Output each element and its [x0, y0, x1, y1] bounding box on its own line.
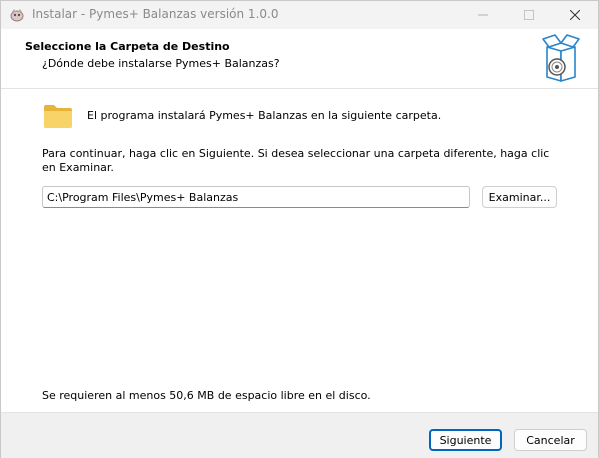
page-title: Seleccione la Carpeta de Destino — [25, 40, 230, 53]
folder-icon — [44, 105, 72, 128]
maximize-icon — [524, 10, 534, 20]
wizard-footer: Siguiente Cancelar — [1, 412, 598, 458]
cancel-button[interactable]: Cancelar — [514, 429, 587, 451]
instructions-text: Para continuar, haga clic en Siguiente. … — [42, 147, 550, 174]
disk-space-requirement: Se requieren al menos 50,6 MB de espacio… — [42, 389, 371, 402]
browse-button[interactable]: Examinar... — [482, 186, 557, 208]
minimize-button[interactable] — [460, 1, 506, 29]
wizard-content: El programa instalará Pymes+ Balanzas en… — [1, 89, 598, 412]
maximize-button[interactable] — [506, 1, 552, 29]
close-icon — [570, 10, 580, 20]
destination-message: El programa instalará Pymes+ Balanzas en… — [87, 109, 442, 122]
software-box-icon — [542, 34, 580, 82]
close-button[interactable] — [552, 1, 598, 29]
wizard-header: Seleccione la Carpeta de Destino ¿Dónde … — [1, 29, 598, 89]
page-subtitle: ¿Dónde debe instalarse Pymes+ Balanzas? — [42, 57, 280, 70]
next-button[interactable]: Siguiente — [429, 429, 502, 451]
installer-app-icon — [10, 9, 24, 22]
installer-window: Instalar - Pymes+ Balanzas versión 1.0.0… — [0, 0, 599, 458]
window-title: Instalar - Pymes+ Balanzas versión 1.0.0 — [32, 7, 279, 21]
title-bar[interactable]: Instalar - Pymes+ Balanzas versión 1.0.0 — [1, 1, 598, 29]
destination-path-input[interactable] — [42, 186, 470, 208]
minimize-icon — [478, 14, 488, 16]
